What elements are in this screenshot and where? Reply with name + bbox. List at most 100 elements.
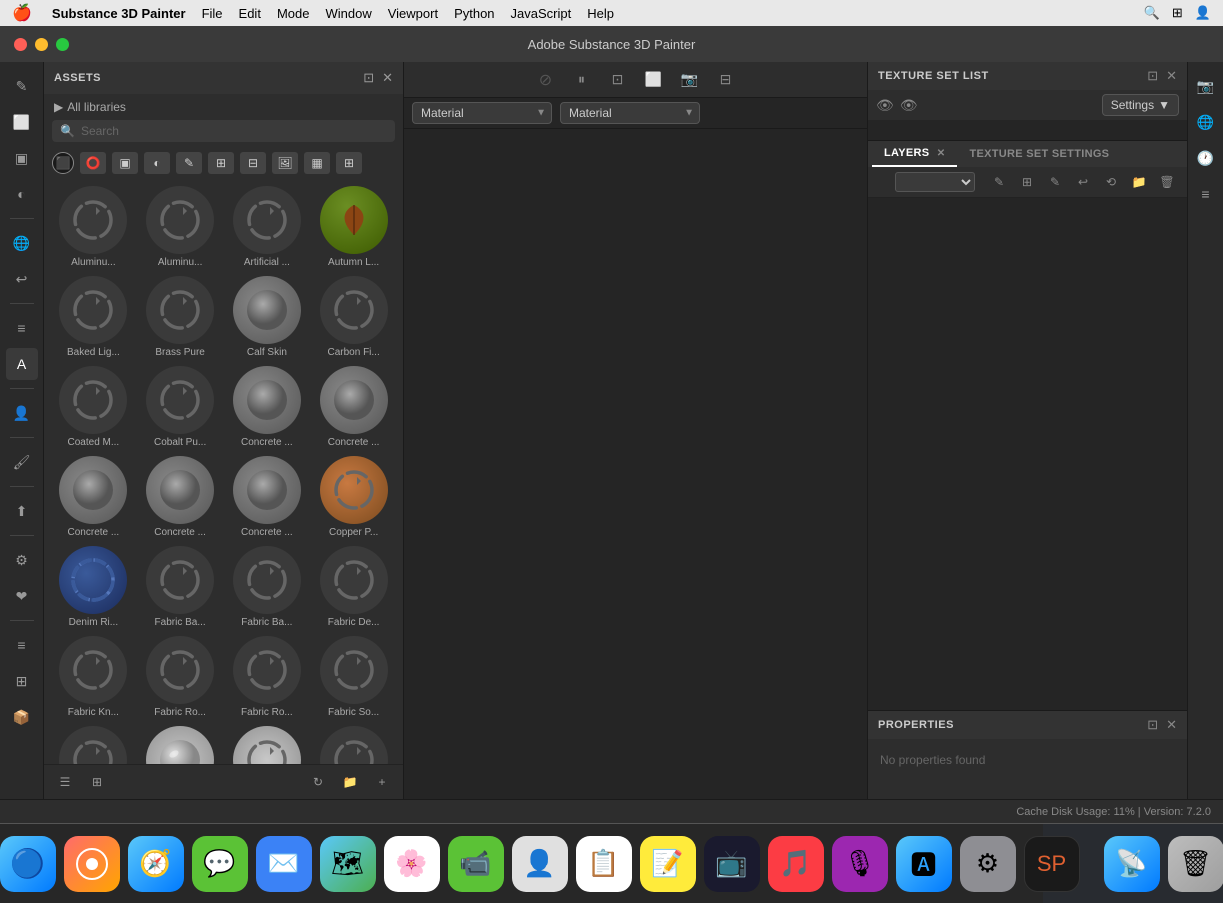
menu-javascript[interactable]: JavaScript bbox=[511, 6, 572, 21]
assets-close-btn[interactable]: ✕ bbox=[382, 70, 393, 86]
asset-item-10[interactable]: Concrete ... bbox=[226, 364, 309, 450]
filter-all-btn[interactable]: ⬛ bbox=[52, 152, 74, 174]
filter-grid2-btn[interactable]: ⊟ bbox=[240, 152, 266, 174]
vp-env-btn[interactable]: ⬜ bbox=[640, 66, 668, 94]
asset-item-1[interactable]: Aluminu... bbox=[139, 184, 222, 270]
refresh-btn[interactable]: ↻ bbox=[305, 771, 331, 793]
filter-grid1-btn[interactable]: ⊞ bbox=[208, 152, 234, 174]
dock-facetime[interactable]: 📹 bbox=[448, 836, 504, 892]
menu-file[interactable]: File bbox=[202, 6, 223, 21]
folder-layer-btn[interactable]: 📁 bbox=[1127, 171, 1151, 193]
menu-edit[interactable]: Edit bbox=[239, 6, 261, 21]
menu-mode[interactable]: Mode bbox=[277, 6, 310, 21]
paint-tool[interactable]: ✎ bbox=[6, 70, 38, 102]
asset-item-18[interactable]: Fabric Ba... bbox=[226, 544, 309, 630]
camera-tool[interactable]: 📦 bbox=[6, 701, 38, 733]
vp-extra-btn[interactable]: ⊟ bbox=[712, 66, 740, 94]
asset-item-13[interactable]: Concrete ... bbox=[139, 454, 222, 540]
asset-item-19[interactable]: Fabric De... bbox=[312, 544, 395, 630]
redo-layer-btn[interactable]: ⟲ bbox=[1099, 171, 1123, 193]
dock-finder[interactable]: 🔵 bbox=[0, 836, 56, 892]
asset-item-23[interactable]: Fabric So... bbox=[312, 634, 395, 720]
filter-circle-btn[interactable]: ⭕ bbox=[80, 152, 106, 174]
asset-item-26[interactable]: Gold Pure bbox=[226, 724, 309, 764]
filter-pen-btn[interactable]: ✎ bbox=[176, 152, 202, 174]
dock-tv[interactable]: 📺 bbox=[704, 836, 760, 892]
asset-item-6[interactable]: Calf Skin bbox=[226, 274, 309, 360]
filter-square-btn[interactable]: ▣ bbox=[112, 152, 138, 174]
search-bar[interactable]: 🔍 bbox=[52, 120, 395, 142]
asset-item-11[interactable]: Concrete ... bbox=[312, 364, 395, 450]
asset-item-8[interactable]: Coated M... bbox=[52, 364, 135, 450]
edit-layer-btn[interactable]: ✎ bbox=[1043, 171, 1067, 193]
asset-item-15[interactable]: Copper P... bbox=[312, 454, 395, 540]
blend-mode-select[interactable] bbox=[895, 172, 975, 192]
asset-item-24[interactable]: Fabric Su... bbox=[52, 724, 135, 764]
vp-pause-btn[interactable]: ⏸ bbox=[568, 66, 596, 94]
filter-img-btn[interactable]: 🖼 bbox=[272, 152, 298, 174]
menu-viewport[interactable]: Viewport bbox=[388, 6, 438, 21]
export-tool[interactable]: ⬆ bbox=[6, 495, 38, 527]
stencil-tool[interactable]: ◐ bbox=[6, 178, 38, 210]
eraser-tool[interactable]: ⬜ bbox=[6, 106, 38, 138]
maximize-button[interactable] bbox=[56, 38, 69, 51]
undo-layer-btn[interactable]: ↩ bbox=[1071, 171, 1095, 193]
asset-item-5[interactable]: Brass Pure bbox=[139, 274, 222, 360]
assets-tool[interactable]: A bbox=[6, 348, 38, 380]
dock-music[interactable]: 🎵 bbox=[768, 836, 824, 892]
tsl-expand-btn[interactable]: ⊡ bbox=[1147, 68, 1158, 84]
settings-tool[interactable]: ⚙ bbox=[6, 544, 38, 576]
filter-texture-btn[interactable]: ▦ bbox=[304, 152, 330, 174]
tsl-settings-btn[interactable]: Settings ▼ bbox=[1102, 94, 1179, 116]
layers-tab[interactable]: LAYERS ✕ bbox=[872, 141, 957, 167]
dock-notes[interactable]: 📝 bbox=[640, 836, 696, 892]
sphere-icon-btn[interactable]: 🌐 bbox=[1190, 106, 1222, 138]
asset-item-3[interactable]: Autumn L... bbox=[312, 184, 395, 270]
properties-expand-btn[interactable]: ⊡ bbox=[1147, 717, 1158, 733]
list-icon-btn[interactable]: ≡ bbox=[1190, 178, 1222, 210]
asset-item-4[interactable]: Baked Lig... bbox=[52, 274, 135, 360]
close-button[interactable] bbox=[14, 38, 27, 51]
material-dropdown-right[interactable]: Material bbox=[560, 102, 700, 124]
dock-systemprefs[interactable]: ⚙ bbox=[960, 836, 1016, 892]
vp-camera-btn[interactable]: ⊘ bbox=[532, 66, 560, 94]
properties-close-btn[interactable]: ✕ bbox=[1166, 717, 1177, 733]
control-center-icon[interactable]: ⊞ bbox=[1172, 5, 1183, 21]
assets-expand-btn[interactable]: ⊡ bbox=[363, 70, 374, 86]
brush-tool[interactable]: 🖌 bbox=[6, 446, 38, 478]
history-tool[interactable]: ≡ bbox=[6, 629, 38, 661]
layer-tool[interactable]: ≡ bbox=[6, 312, 38, 344]
asset-item-7[interactable]: Carbon Fi... bbox=[312, 274, 395, 360]
notification-icon[interactable]: 👤 bbox=[1195, 5, 1211, 21]
dock-messages[interactable]: 💬 bbox=[192, 836, 248, 892]
dock-substance[interactable]: SP bbox=[1024, 836, 1080, 892]
delete-layer-btn[interactable]: 🗑 bbox=[1155, 171, 1179, 193]
list-view-btn[interactable]: ☰ bbox=[52, 771, 78, 793]
menu-window[interactable]: Window bbox=[325, 6, 371, 21]
dock-photos[interactable]: 🌸 bbox=[384, 836, 440, 892]
layers-tool[interactable]: ⊞ bbox=[6, 665, 38, 697]
vp-mode-btn[interactable]: ⊡ bbox=[604, 66, 632, 94]
filter-view-btn[interactable]: ⊞ bbox=[336, 152, 362, 174]
folder-btn[interactable]: 📁 bbox=[337, 771, 363, 793]
person-tool[interactable]: 👤 bbox=[6, 397, 38, 429]
layers-tab-close[interactable]: ✕ bbox=[937, 148, 946, 159]
dock-podcasts[interactable]: 🎙 bbox=[832, 836, 888, 892]
texture-set-settings-tab[interactable]: TEXTURE SET SETTINGS bbox=[957, 142, 1121, 166]
add-layer-btn[interactable]: ⊞ bbox=[1015, 171, 1039, 193]
tsl-eye2-btn[interactable]: 👁 bbox=[900, 97, 918, 114]
asset-item-2[interactable]: Artificial ... bbox=[226, 184, 309, 270]
minimize-button[interactable] bbox=[35, 38, 48, 51]
asset-item-22[interactable]: Fabric Ro... bbox=[226, 634, 309, 720]
projection-tool[interactable]: ▣ bbox=[6, 142, 38, 174]
grid-view-btn[interactable]: ⊞ bbox=[84, 771, 110, 793]
tsl-eye-btn[interactable]: 👁 bbox=[876, 97, 894, 114]
vp-camera2-btn[interactable]: 📷 bbox=[676, 66, 704, 94]
dock-safari[interactable]: 🧭 bbox=[128, 836, 184, 892]
dock-launchpad[interactable] bbox=[64, 836, 120, 892]
history-icon-btn[interactable]: 🕐 bbox=[1190, 142, 1222, 174]
menu-python[interactable]: Python bbox=[454, 6, 494, 21]
asset-item-20[interactable]: Fabric Kn... bbox=[52, 634, 135, 720]
dock-appstore[interactable]: 🅰 bbox=[896, 836, 952, 892]
asset-item-27[interactable]: Gouache ... bbox=[312, 724, 395, 764]
